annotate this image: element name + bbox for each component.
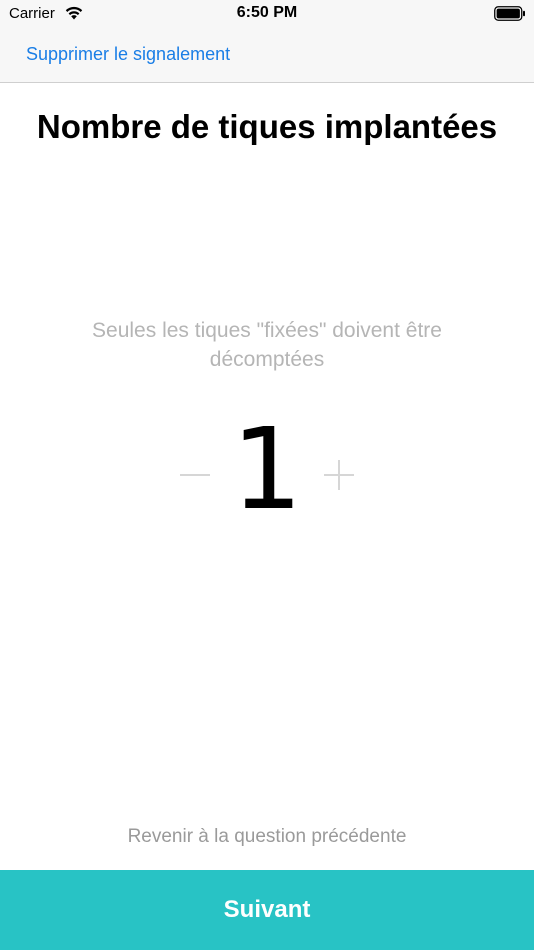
minus-icon[interactable]: [178, 458, 212, 492]
navigation-bar: Supprimer le signalement: [0, 28, 534, 83]
status-time: 6:50 PM: [236, 4, 298, 21]
status-bar: Carrier 6:50 PM: [0, 0, 534, 28]
battery-icon: [494, 6, 525, 21]
next-button[interactable]: Suivant: [0, 870, 534, 950]
screen: Carrier 6:50 PM Supprimer le signalement…: [0, 0, 534, 950]
delete-report-button[interactable]: Supprimer le signalement: [26, 44, 230, 65]
tick-count-value: 1: [231, 405, 303, 535]
tick-count-stepper: 1: [0, 410, 534, 530]
previous-question-link[interactable]: Revenir à la question précédente: [0, 826, 534, 848]
page-title: Nombre de tiques implantées: [36, 108, 498, 145]
plus-icon[interactable]: [322, 458, 356, 492]
hint-text: Seules les tiques "fixées" doivent être …: [92, 319, 442, 371]
